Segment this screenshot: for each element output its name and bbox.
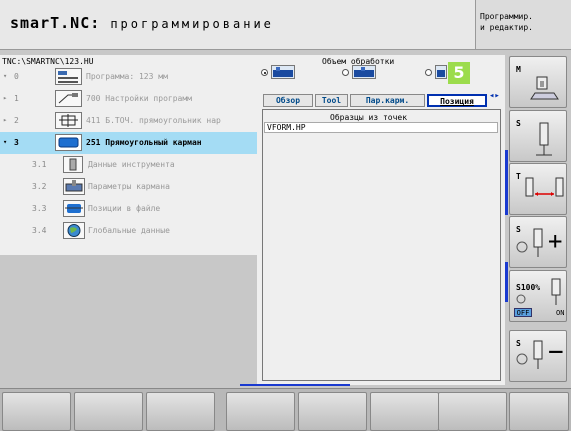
settings-icon (55, 90, 82, 107)
minus-icon: − (548, 337, 564, 367)
tab-tool[interactable]: Tool (315, 94, 348, 107)
s100-label: S100% (516, 283, 541, 292)
tool-change-button[interactable]: T (509, 163, 567, 215)
scope-full-icon (271, 65, 295, 79)
datum-icon (55, 112, 82, 129)
tree-empty-area (0, 255, 257, 383)
pattern-input[interactable]: VFORM.HP (264, 122, 498, 133)
spindle-icon (536, 122, 552, 156)
s-minus-label: S (516, 339, 521, 348)
spindle-icon (533, 340, 543, 369)
tree-item-number: 1 (14, 94, 19, 103)
scope-finishing-icon (435, 65, 447, 79)
tree-item-settings[interactable]: ▸ 1 700 Настройки программ (0, 88, 257, 110)
off-indicator[interactable]: OFF (514, 308, 532, 317)
tree-item-label: Позиции в файле (88, 204, 161, 213)
tree-item-number: 3.2 (32, 182, 47, 191)
t-label: T (516, 172, 521, 181)
softkey-divider (505, 262, 508, 302)
position-panel (262, 109, 501, 381)
tree-item-tool-data[interactable]: 3.1 Данные инструмента (0, 154, 257, 176)
tree-item-number: 3.3 (32, 204, 47, 213)
tree-item-number: 3.4 (32, 226, 47, 235)
softkey-3[interactable] (146, 392, 215, 431)
spindle-rotate-icon (516, 353, 528, 365)
m-label: M (516, 65, 521, 74)
app-title: smarT.NC: программирование (10, 14, 274, 32)
header-bar: smarT.NC: программирование (0, 0, 505, 50)
s-label: S (516, 119, 521, 128)
expander-icon[interactable]: ▾ (3, 138, 7, 146)
pocket-params-icon (63, 178, 85, 195)
tab-pocket-params[interactable]: Пар.карм. (350, 94, 425, 107)
spindle-rotate-icon (516, 241, 528, 253)
softkey-2[interactable] (74, 392, 143, 431)
tree-item-number: 3.1 (32, 160, 47, 169)
tree-item-datum[interactable]: ▸ 2 411 Б.ТОЧ. прямоугольник нар (0, 110, 257, 132)
tool-change-icon (525, 177, 564, 197)
program-icon (55, 68, 82, 85)
softkey-8[interactable] (509, 392, 569, 431)
tree-item-pocket[interactable]: ▾ 3 251 Прямоугольный карман (0, 132, 257, 154)
expander-icon[interactable]: ▸ (3, 116, 7, 124)
tree-item-label: Данные инструмента (88, 160, 175, 169)
softkey-6[interactable] (370, 392, 439, 431)
pocket-icon (55, 134, 82, 151)
scope-radio-2[interactable] (342, 69, 349, 76)
m-function-icon (530, 76, 559, 100)
file-path: TNC:\SMARTNC\123.HU (2, 57, 94, 66)
softkey-divider (505, 150, 508, 215)
spindle-plus-button[interactable]: S + (509, 216, 567, 268)
tree-item-program[interactable]: ▾ 0 Программа: 123 мм (0, 66, 257, 88)
s-plus-label: S (516, 225, 521, 234)
spindle-icon (551, 278, 561, 305)
pattern-label: Образцы из точек (330, 113, 408, 122)
m-function-button[interactable]: M (509, 56, 567, 108)
mode-line1: Программир. (480, 12, 533, 21)
tree-item-number: 3 (14, 138, 19, 147)
tree-item-number: 2 (14, 116, 19, 125)
app-name: smarT.NC: (10, 14, 101, 32)
scope-roughing-icon (352, 65, 376, 79)
app-subtitle: программирование (110, 17, 274, 31)
tree-item-pocket-params[interactable]: 3.2 Параметры кармана (0, 176, 257, 198)
tool-icon (63, 156, 83, 173)
tree-item-label: Глобальные данные (88, 226, 170, 235)
softkey-7[interactable] (438, 392, 507, 431)
softkey-4[interactable] (226, 392, 295, 431)
tab-scroll-icon[interactable]: ◂▸ (489, 91, 503, 105)
on-indicator[interactable]: ON (556, 309, 564, 317)
expander-icon[interactable]: ▾ (3, 72, 7, 80)
softkey-5[interactable] (298, 392, 367, 431)
scope-radio-3[interactable] (425, 69, 432, 76)
mode-indicator: Программир. и редактир. (475, 0, 571, 50)
tree-item-label: 700 Настройки программ (86, 94, 192, 103)
tab-overview[interactable]: Обзор (263, 94, 313, 107)
scope-radio-1[interactable] (261, 69, 268, 76)
tree-item-label: Программа: 123 мм (86, 72, 168, 81)
tree-item-global-data[interactable]: 3.4 Глобальные данные (0, 220, 257, 242)
tab-position[interactable]: Позиция (427, 94, 487, 107)
spindle-button[interactable]: S (509, 110, 567, 162)
step-badge: 5 (448, 62, 470, 84)
spindle-minus-button[interactable]: S − (509, 330, 567, 382)
spindle-rotate-icon (516, 294, 526, 304)
positions-icon (63, 200, 85, 217)
global-icon (63, 222, 85, 239)
tree-item-positions[interactable]: 3.3 Позиции в файле (0, 198, 257, 220)
spindle-icon (533, 228, 543, 257)
plus-icon: + (548, 227, 563, 255)
tree-item-label: 251 Прямоугольный карман (86, 138, 202, 147)
tree-item-label: 411 Б.ТОЧ. прямоугольник нар (86, 116, 221, 125)
mode-line2: и редактир. (480, 23, 533, 32)
softkey-1[interactable] (2, 392, 71, 431)
focus-indicator (240, 384, 350, 386)
expander-icon[interactable]: ▸ (3, 94, 7, 102)
tree-item-label: Параметры кармана (88, 182, 170, 191)
tree-item-number: 0 (14, 72, 19, 81)
